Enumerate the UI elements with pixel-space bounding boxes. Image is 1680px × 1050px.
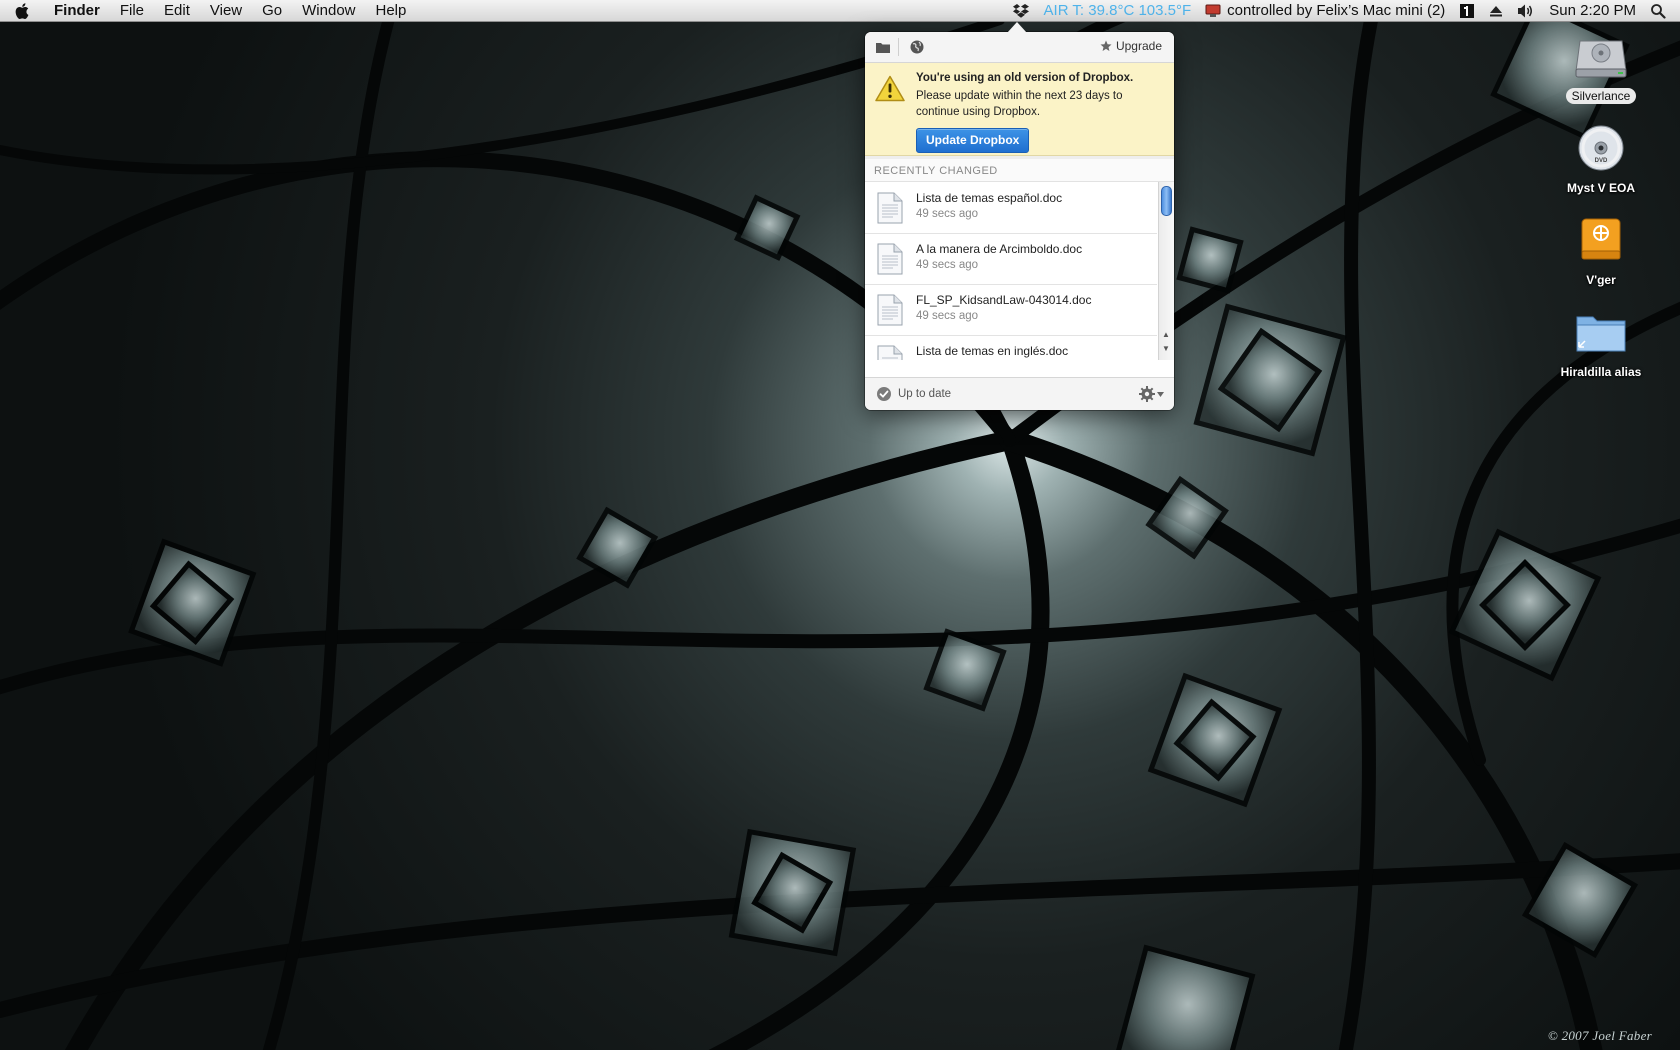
spotlight-search-icon	[1651, 4, 1666, 19]
warning-icon	[875, 75, 905, 102]
fractal-spiral-pattern	[0, 0, 1680, 1050]
desktop-icon-vger[interactable]: V'ger	[1546, 212, 1656, 289]
dvd-icon: DVD	[1573, 120, 1629, 176]
desktop-icon-myst-v-eoa[interactable]: DVD Myst V EOA	[1546, 120, 1656, 197]
scroll-thumb[interactable]	[1161, 186, 1172, 216]
upgrade-button[interactable]: Upgrade	[1100, 39, 1162, 53]
star-icon	[1100, 40, 1112, 51]
apple-icon	[15, 2, 29, 19]
controlled-by-label: controlled by Felix’s Mac mini (2)	[1227, 2, 1446, 19]
recently-changed-header: RECENTLY CHANGED	[865, 156, 1174, 182]
file-name: A la manera de Arcimboldo.doc	[916, 242, 1083, 256]
menu-finder[interactable]: Finder	[44, 0, 110, 22]
activity-monitor-icon	[1460, 4, 1475, 18]
toolbar-divider	[898, 38, 899, 56]
document-icon	[877, 192, 903, 224]
desktop-icon-silverlance[interactable]: Silverlance	[1546, 28, 1656, 105]
recent-files-list: Lista de temas español.doc 49 secs ago A…	[865, 182, 1174, 360]
spotlight-menu-item[interactable]	[1650, 3, 1666, 19]
air-temperature-readout[interactable]: AIR T: 39.8°C 103.5°F	[1044, 0, 1192, 22]
volume-menu-item[interactable]	[1517, 3, 1535, 19]
checkmark-icon	[877, 387, 891, 401]
chevron-down-icon	[1157, 391, 1164, 397]
file-row[interactable]: FL_SP_KidsandLaw-043014.doc 49 secs ago	[865, 284, 1157, 336]
eject-icon	[1490, 6, 1503, 17]
update-alert: You're using an old version of Dropbox. …	[865, 63, 1174, 156]
menu-window[interactable]: Window	[292, 0, 365, 22]
file-row[interactable]: Lista de temas en inglés.doc	[865, 335, 1157, 360]
globe-icon	[910, 40, 924, 54]
popup-footer: Up to date	[865, 377, 1174, 410]
sync-status: Up to date	[876, 386, 951, 402]
folder-icon	[876, 42, 890, 53]
update-dropbox-button[interactable]: Update Dropbox	[916, 128, 1030, 153]
document-icon	[877, 294, 903, 326]
file-name: Lista de temas en inglés.doc	[916, 344, 1069, 358]
scroll-up-arrow-icon[interactable]: ▲	[1162, 330, 1170, 339]
file-row[interactable]: Lista de temas español.doc 49 secs ago	[865, 182, 1157, 234]
file-name: FL_SP_KidsandLaw-043014.doc	[916, 293, 1092, 307]
desktop-icon-label: Silverlance	[1565, 88, 1637, 104]
scroll-down-arrow-icon[interactable]: ▼	[1162, 344, 1170, 353]
apple-menu[interactable]	[0, 0, 44, 22]
desktop-icon-label: Hiraldilla alias	[1560, 365, 1642, 379]
folder-icon	[1573, 304, 1629, 360]
menu-go[interactable]: Go	[252, 0, 292, 22]
hard-drive-icon	[1573, 28, 1629, 84]
alert-title: You're using an old version of Dropbox.	[916, 72, 1134, 84]
monitor-menu-item[interactable]	[1459, 3, 1475, 19]
gear-icon	[1139, 386, 1155, 402]
dropbox-icon	[1012, 4, 1029, 18]
desktop-wallpaper: © 2007 Joel Faber	[0, 0, 1680, 1050]
alert-body: Please update within the next 23 days to…	[916, 90, 1123, 118]
volume-icon	[1518, 4, 1533, 18]
open-folder-button[interactable]	[874, 38, 892, 56]
file-row[interactable]: A la manera de Arcimboldo.doc 49 secs ag…	[865, 233, 1157, 285]
menu-extras: AIR T: 39.8°C 103.5°F controlled by Feli…	[1012, 0, 1680, 22]
file-time: 49 secs ago	[916, 259, 979, 271]
screen-sharing-icon	[1205, 4, 1221, 17]
desktop-icon-hiraldilla-alias[interactable]: Hiraldilla alias	[1546, 304, 1656, 381]
menu-file[interactable]: File	[110, 0, 154, 22]
menu-help[interactable]: Help	[366, 0, 417, 22]
sync-status-label: Up to date	[898, 388, 952, 400]
popup-toolbar: Upgrade	[865, 32, 1174, 63]
open-website-button[interactable]	[908, 38, 926, 56]
dropbox-menu-item[interactable]	[1012, 3, 1030, 19]
dropbox-popup: Upgrade You're using an old version of D…	[865, 22, 1174, 410]
menu-edit[interactable]: Edit	[154, 0, 200, 22]
desktop-icon-label: Myst V EOA	[1566, 181, 1635, 195]
menu-clock[interactable]: Sun 2:20 PM	[1549, 0, 1636, 22]
upgrade-label: Upgrade	[1115, 39, 1162, 53]
screen-sharing-menu-item[interactable]: controlled by Felix’s Mac mini (2)	[1205, 0, 1445, 22]
file-list-scrollbar[interactable]: ▲ ▼	[1158, 182, 1174, 360]
file-time: 49 secs ago	[916, 310, 979, 322]
menu-bar: Finder File Edit View Go Window Help AIR…	[0, 0, 1680, 22]
file-time: 49 secs ago	[916, 208, 979, 220]
document-icon	[877, 243, 903, 275]
eject-menu-item[interactable]	[1489, 4, 1503, 18]
wallpaper-credit: © 2007 Joel Faber	[1547, 1028, 1652, 1043]
document-icon	[877, 345, 903, 360]
menu-view[interactable]: View	[200, 0, 252, 22]
desktop-icon-label: V'ger	[1586, 273, 1616, 287]
file-name: Lista de temas español.doc	[916, 191, 1063, 205]
settings-button[interactable]	[1138, 385, 1164, 403]
external-drive-icon	[1573, 212, 1629, 268]
svg-text:DVD: DVD	[1595, 158, 1608, 164]
